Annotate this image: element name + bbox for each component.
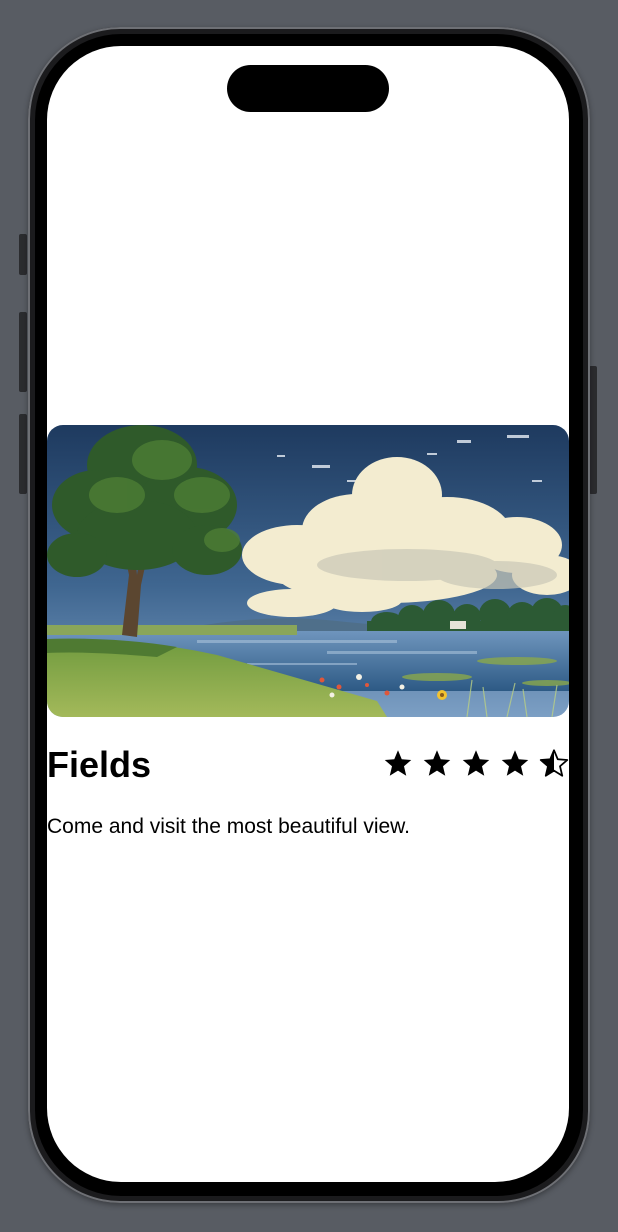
volume-up-button	[19, 312, 27, 392]
star-half-icon	[539, 749, 569, 777]
star-rating	[383, 748, 569, 778]
volume-down-button	[19, 414, 27, 494]
place-title: Fields	[47, 744, 152, 785]
star-filled-icon	[384, 750, 412, 776]
phone-screen: Fields Come and visit the most beautiful…	[47, 46, 569, 1182]
star-filled-icon	[423, 750, 451, 776]
power-button	[589, 366, 597, 494]
dynamic-island	[227, 65, 389, 112]
landscape-image	[47, 425, 569, 717]
action-button	[19, 234, 27, 275]
star-filled-icon	[501, 750, 529, 776]
star-filled-icon	[462, 750, 490, 776]
place-description: Come and visit the most beautiful view.	[47, 815, 411, 838]
